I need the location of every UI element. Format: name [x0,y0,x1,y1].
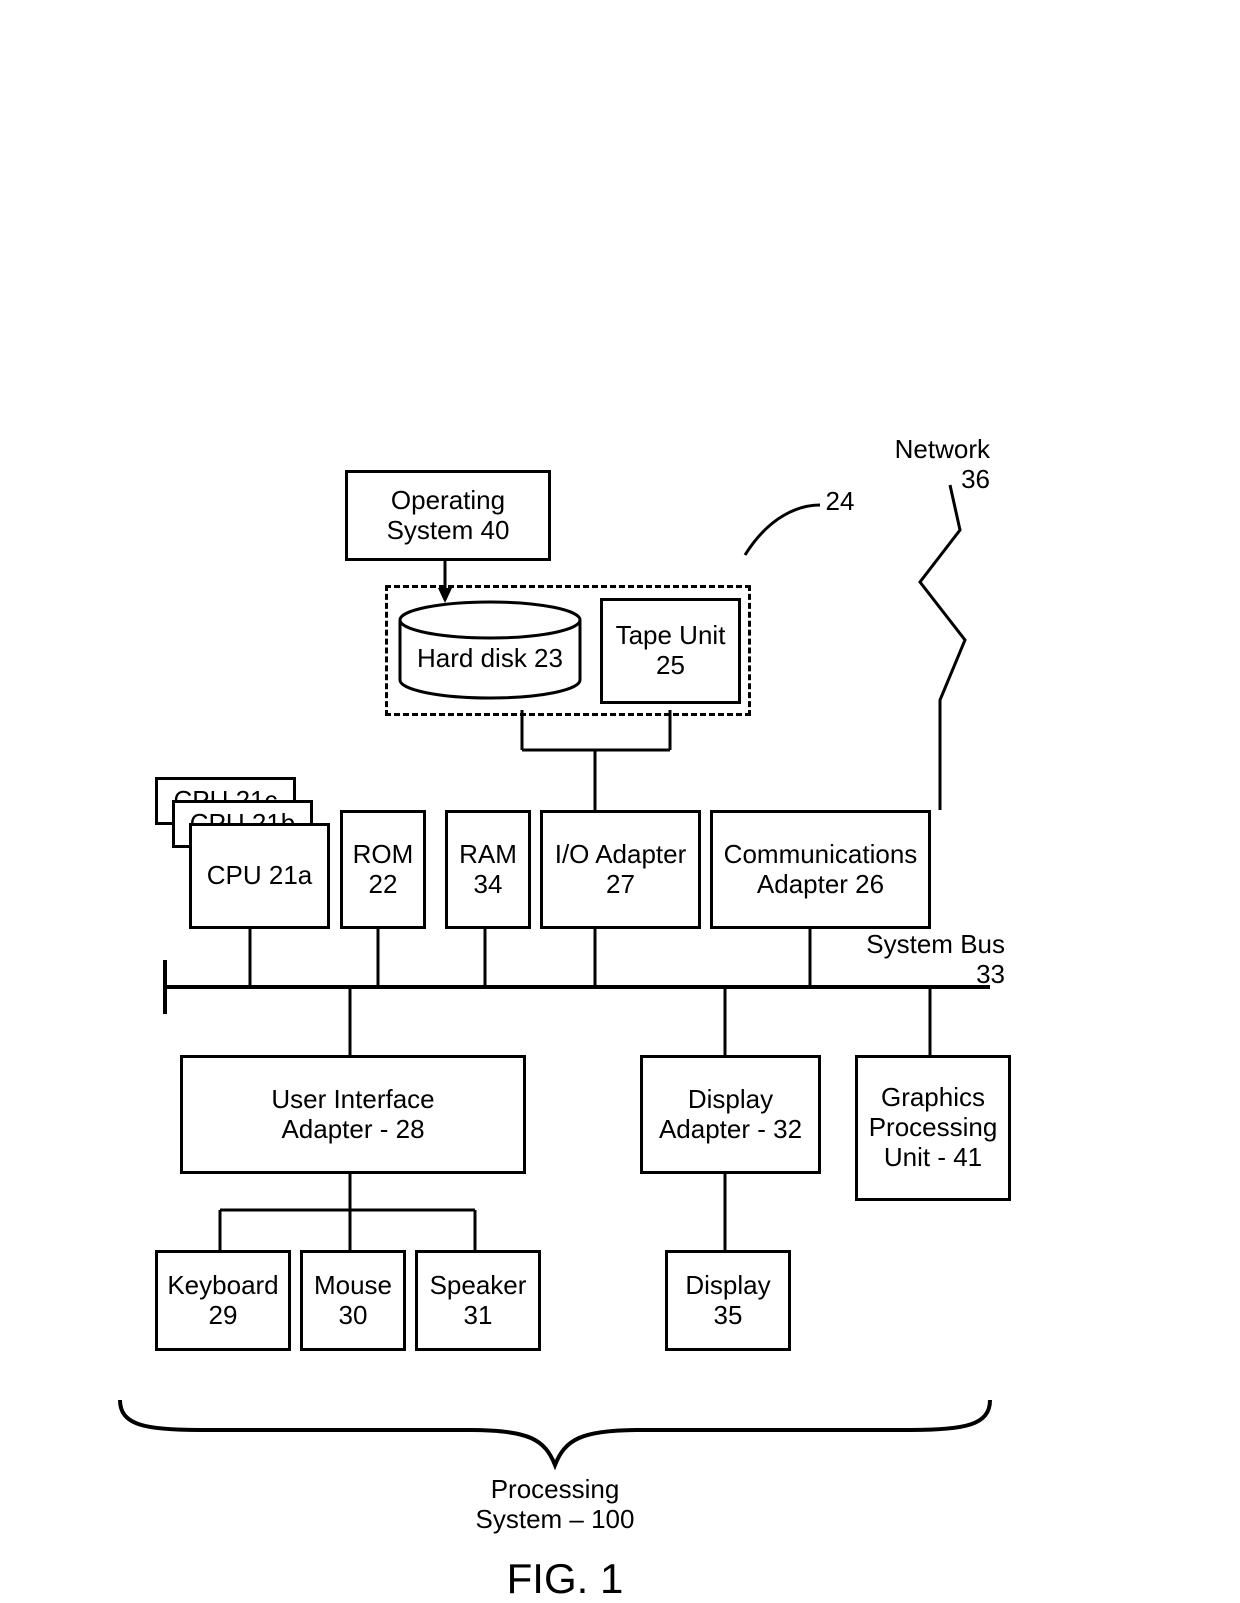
io-adapter-box: I/O Adapter 27 [540,810,701,929]
hard-disk: Hard disk 23 [400,638,580,678]
gpu-line2: Processing [869,1113,998,1143]
network-label: Network 36 [870,435,990,495]
speaker-line2: 31 [464,1301,493,1331]
gpu-box: Graphics Processing Unit - 41 [855,1055,1011,1201]
ram-line2: 34 [474,870,503,900]
dispadp-line1: Display [688,1085,773,1115]
ui-adapter-box: User Interface Adapter - 28 [180,1055,526,1174]
comm-line2: Adapter 26 [757,870,884,900]
hard-disk-label: Hard disk 23 [417,643,563,674]
keyboard-box: Keyboard 29 [155,1250,291,1351]
mouse-box: Mouse 30 [300,1250,406,1351]
display-line2: 35 [714,1301,743,1331]
uia-line2: Adapter - 28 [281,1115,424,1145]
keyboard-line2: 29 [209,1301,238,1331]
os-line2: System 40 [387,516,510,546]
system-caption: Processing System – 100 [440,1475,670,1535]
display-adapter-box: Display Adapter - 32 [640,1055,821,1174]
comm-adapter-box: Communications Adapter 26 [710,810,931,929]
comm-line1: Communications [724,840,918,870]
figure-label: FIG. 1 [480,1555,650,1603]
mouse-line1: Mouse [314,1271,392,1301]
tape-unit-line1: Tape Unit [616,621,726,651]
tape-unit-box: Tape Unit 25 [600,598,741,704]
rom-line2: 22 [369,870,398,900]
display-line1: Display [685,1271,770,1301]
os-line1: Operating [391,486,505,516]
keyboard-line1: Keyboard [167,1271,278,1301]
display-box: Display 35 [665,1250,791,1351]
diagram-stage: Operating System 40 Hard disk 23 Tape Un… [0,0,1240,1511]
tape-unit-line2: 25 [656,651,685,681]
speaker-line1: Speaker [430,1271,527,1301]
cpu-21a-label: CPU 21a [207,861,313,891]
ram-box: RAM 34 [445,810,531,929]
gpu-line3: Unit - 41 [884,1143,982,1173]
operating-system-box: Operating System 40 [345,470,551,561]
ram-line1: RAM [459,840,517,870]
rom-box: ROM 22 [340,810,426,929]
uia-line1: User Interface [271,1085,434,1115]
gpu-line1: Graphics [881,1083,985,1113]
system-bus-label: System Bus 33 [855,930,1005,990]
ref-24: 24 [820,487,860,517]
io-line1: I/O Adapter [555,840,687,870]
speaker-box: Speaker 31 [415,1250,541,1351]
dispadp-line2: Adapter - 32 [659,1115,802,1145]
io-line2: 27 [606,870,635,900]
rom-line1: ROM [353,840,414,870]
mouse-line2: 30 [339,1301,368,1331]
cpu-21a-box: CPU 21a [189,823,330,929]
